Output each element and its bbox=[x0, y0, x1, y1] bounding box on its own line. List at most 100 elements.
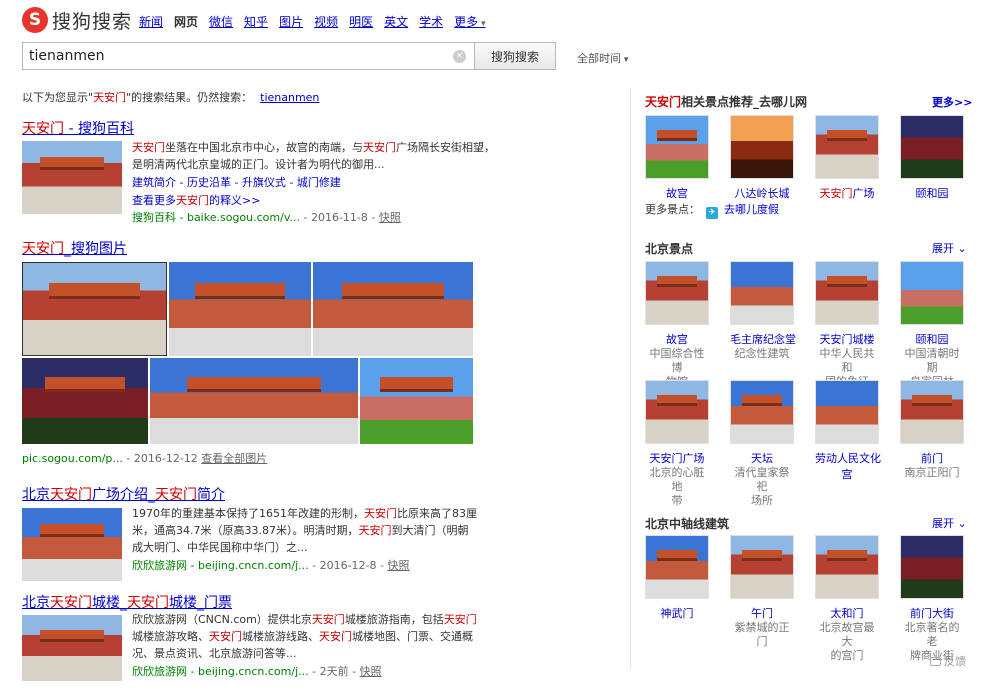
result-4-thumbnail[interactable] bbox=[22, 615, 122, 681]
result-1-url: 搜狗百科 - baike.sogou.com/v... - 2016-11-8 … bbox=[132, 209, 401, 225]
spot-image bbox=[730, 380, 794, 444]
result-3-thumbnail[interactable] bbox=[22, 508, 122, 581]
result-4-title[interactable]: 北京天安门城楼_天安门城楼_门票 bbox=[22, 592, 232, 612]
result-4-url: 欣欣旅游网 - beijing.cncn.com/j... - 2天前 - 快照 bbox=[132, 663, 382, 679]
beijing-spot[interactable]: 天坛 清代皇家祭祀 场所 bbox=[730, 380, 794, 508]
snippet-text: 坐落在中国北京市中心，故宫的南端，与 bbox=[165, 141, 363, 154]
building-desc: 紫禁城的正门 bbox=[730, 621, 794, 649]
spot-desc-line: 纪念性建筑 bbox=[734, 347, 790, 360]
spot-name: 天安门广场 bbox=[815, 185, 879, 201]
sogou-logo[interactable]: S 搜狗搜索 bbox=[22, 6, 132, 34]
search-input[interactable]: tienanmen × bbox=[22, 42, 474, 70]
result-url: 欣欣旅游网 - beijing.cncn.com/j... bbox=[132, 559, 309, 572]
building-desc-line: 北京著名的老 bbox=[904, 621, 960, 648]
snippet-kw: 天安门 bbox=[311, 613, 345, 626]
spot-desc: 清代皇家祭祀 场所 bbox=[730, 466, 794, 508]
image-result-5[interactable] bbox=[150, 358, 358, 444]
spot-desc-line: 带 bbox=[671, 494, 683, 507]
result-1-title-kw: 天安门 bbox=[22, 121, 64, 137]
nav-mingyi[interactable]: 明医 bbox=[349, 13, 373, 30]
related-more-link[interactable]: 更多>> bbox=[932, 94, 972, 110]
spot-label: 广场 bbox=[852, 187, 875, 200]
axis-building[interactable]: 午门 紫禁城的正门 bbox=[730, 535, 794, 649]
nav-news[interactable]: 新闻 bbox=[139, 13, 163, 30]
spot-label: 颐和园 bbox=[915, 187, 949, 200]
result-2-title-kw: 天安门 bbox=[22, 241, 64, 257]
original-query-link[interactable]: tienanmen bbox=[260, 91, 319, 104]
building-desc: 北京故宫最大 的宫门 bbox=[815, 621, 879, 663]
related-spots-title[interactable]: 天安门相关景点推荐_去哪儿网 bbox=[645, 93, 807, 110]
image-result-6[interactable] bbox=[360, 358, 473, 444]
axis-building[interactable]: 神武门 bbox=[645, 535, 709, 621]
related-spot[interactable]: 八达岭长城 bbox=[730, 115, 794, 201]
related-spot[interactable]: 天安门广场 bbox=[815, 115, 879, 201]
spot-image bbox=[645, 261, 709, 325]
nav-images[interactable]: 图片 bbox=[279, 13, 303, 30]
related-spot[interactable]: 故宫 bbox=[645, 115, 709, 201]
building-name: 午门 bbox=[751, 607, 773, 620]
beijing-spot[interactable]: 天安门城楼 中华人民共和国的象征 bbox=[815, 261, 879, 389]
beijing-spot[interactable]: 故宫 中国综合性博物馆 bbox=[645, 261, 709, 389]
snippet-kw: 天安门 bbox=[364, 507, 397, 520]
nav-more[interactable]: 更多 bbox=[454, 13, 485, 30]
result-1-thumbnail[interactable] bbox=[22, 141, 122, 214]
nav-scholar[interactable]: 学术 bbox=[419, 13, 443, 30]
view-all-images-link[interactable]: 查看全部图片 bbox=[201, 452, 267, 465]
spot-name: 毛主席纪念堂 bbox=[730, 333, 796, 346]
result-1-more-link[interactable]: 查看更多天安门的释义>> bbox=[132, 192, 260, 208]
image-result-1[interactable] bbox=[22, 262, 167, 356]
search-button[interactable]: 搜狗搜索 bbox=[474, 42, 556, 70]
snippet-kw: 天安门 bbox=[358, 524, 392, 537]
spot-label: 故宫 bbox=[666, 187, 688, 200]
axis-building[interactable]: 前门大街 北京著名的老 牌商业街 bbox=[900, 535, 964, 663]
result-2-title[interactable]: 天安门_搜狗图片 bbox=[22, 238, 127, 258]
result-3-title[interactable]: 北京天安门广场介绍_天安门简介 bbox=[22, 484, 225, 504]
beijing-spot[interactable]: 前门 南京正阳门 bbox=[900, 380, 964, 480]
nav-web[interactable]: 网页 bbox=[174, 13, 198, 30]
result-3-snippet: 1970年的重建基本保持了1651年改建的形制，天安门比原来高了83厘米，通高3… bbox=[132, 505, 477, 556]
result-url: pic.sogou.com/p... bbox=[22, 452, 123, 465]
image-result-2[interactable] bbox=[169, 262, 311, 356]
spot-name: 天安门城楼 bbox=[819, 333, 875, 346]
search-input-value: tienanmen bbox=[29, 48, 105, 64]
central-axis-expand[interactable]: 展开 bbox=[932, 515, 967, 531]
title-part: 广场介绍_ bbox=[92, 487, 155, 503]
related-spot[interactable]: 颐和园 bbox=[900, 115, 964, 201]
axis-building[interactable]: 太和门 北京故宫最大 的宫门 bbox=[815, 535, 879, 663]
time-filter-dropdown[interactable]: 全部时间 bbox=[577, 50, 628, 66]
feedback-link[interactable]: 反馈 bbox=[930, 653, 966, 669]
clear-icon[interactable]: × bbox=[453, 50, 466, 63]
spot-desc: 南京正阳门 bbox=[900, 466, 964, 480]
nav-weixin[interactable]: 微信 bbox=[209, 13, 233, 30]
title-kw: 天安门 bbox=[50, 487, 92, 503]
snapshot-link[interactable]: 快照 bbox=[360, 665, 382, 678]
beijing-spot[interactable]: 天安门广场 北京的心脏地带 bbox=[645, 380, 709, 508]
snapshot-link[interactable]: 快照 bbox=[387, 559, 409, 572]
beijing-spot[interactable]: 毛主席纪念堂 纪念性建筑 bbox=[730, 261, 796, 361]
spot-desc-line: 中华人民共和 bbox=[819, 347, 875, 374]
beijing-spot[interactable]: 颐和园 中国清朝时期皇家园林 bbox=[900, 261, 964, 389]
beijing-spot[interactable]: 劳动人民文化 宫 bbox=[815, 380, 881, 482]
spot-image bbox=[730, 115, 794, 179]
image-result-3[interactable] bbox=[313, 262, 473, 356]
nav-zhihu[interactable]: 知乎 bbox=[244, 13, 268, 30]
beijing-spots-expand[interactable]: 展开 bbox=[932, 240, 967, 256]
building-image bbox=[815, 535, 879, 599]
nav-english[interactable]: 英文 bbox=[384, 13, 408, 30]
spot-image bbox=[900, 261, 964, 325]
title-part: 城楼_ bbox=[92, 595, 127, 611]
title-kw: 天安门 bbox=[127, 595, 169, 611]
spot-desc: 纪念性建筑 bbox=[730, 347, 794, 361]
result-1-title[interactable]: 天安门 - 搜狗百科 bbox=[22, 118, 134, 138]
nav-video[interactable]: 视频 bbox=[314, 13, 338, 30]
building-name: 神武门 bbox=[660, 607, 694, 620]
snapshot-link[interactable]: 快照 bbox=[379, 211, 401, 224]
snippet-text: 城楼旅游指南，包括 bbox=[344, 613, 444, 626]
spot-image bbox=[900, 380, 964, 444]
spot-name: 八达岭长城 bbox=[730, 185, 794, 201]
qunar-link[interactable]: 去哪儿度假 bbox=[724, 203, 779, 216]
snippet-text: 欣欣旅游网（CNCN.com）提供北京 bbox=[132, 613, 312, 626]
image-result-4[interactable] bbox=[22, 358, 148, 444]
title-kw: 天安门 bbox=[645, 95, 682, 109]
result-1-sublinks[interactable]: 建筑简介 - 历史沿革 - 升旗仪式 - 城门修建 bbox=[132, 174, 341, 190]
